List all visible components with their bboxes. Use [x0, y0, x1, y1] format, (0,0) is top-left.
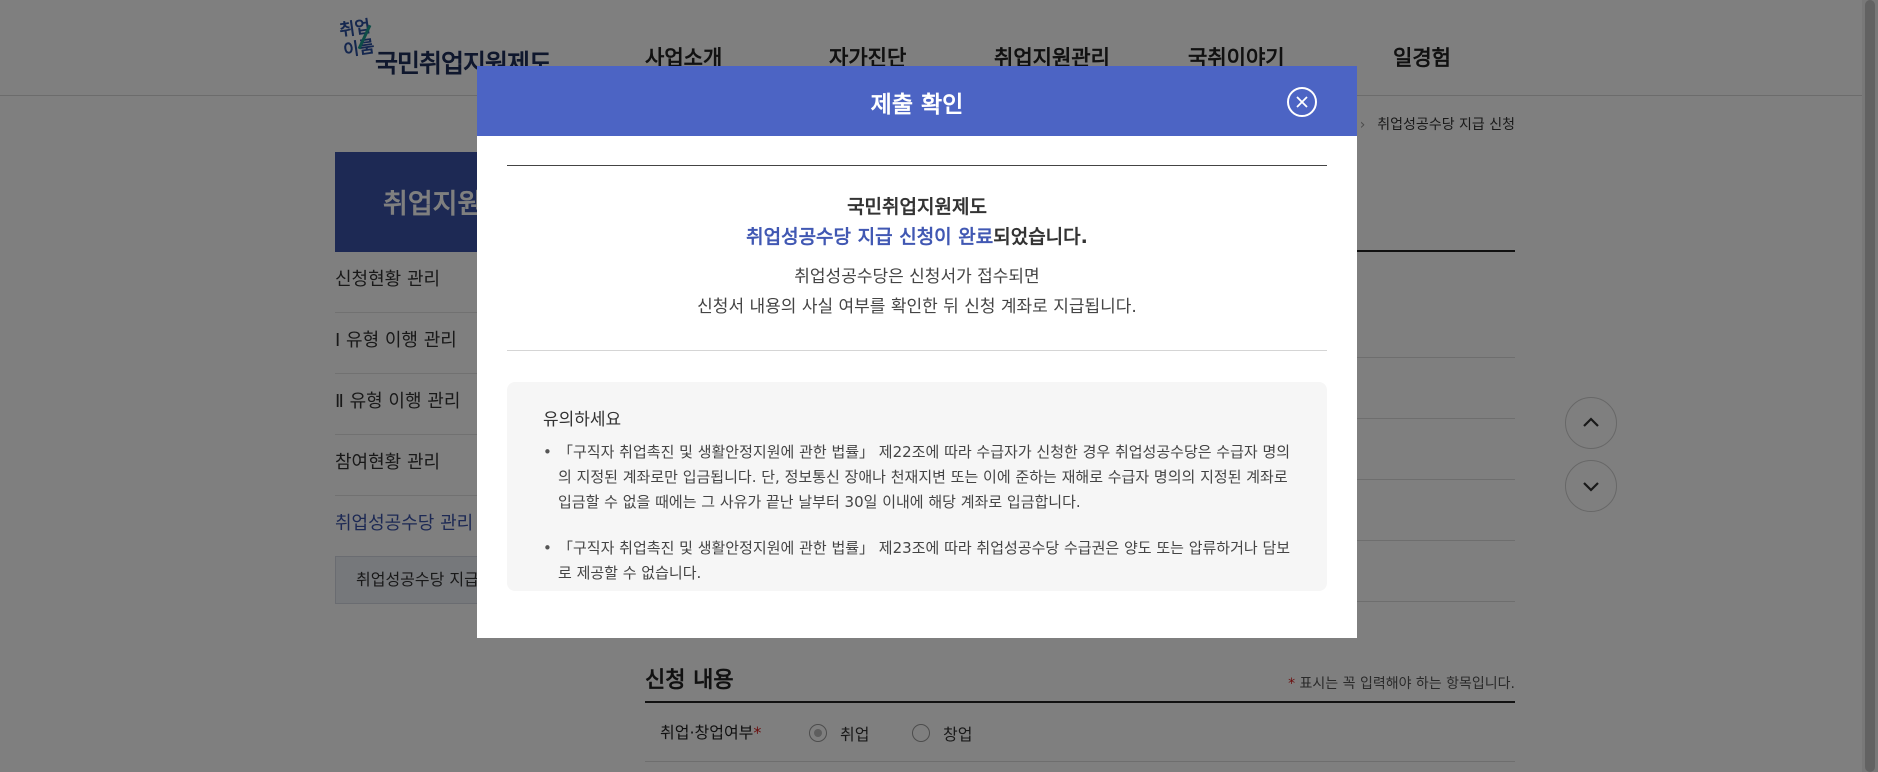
- confirm-desc-line: 취업성공수당은 신청서가 접수되면: [794, 267, 1040, 287]
- confirm-status-highlight: 취업성공수당 지급 신청이 완료: [746, 226, 994, 248]
- modal-close-button[interactable]: [1287, 87, 1317, 117]
- notice-box: 유의하세요 「구직자 취업촉진 및 생활안정지원에 관한 법률」 제22조에 따…: [507, 382, 1327, 591]
- confirm-status-rest: 되었습니다.: [993, 226, 1088, 248]
- close-icon: [1296, 96, 1308, 108]
- submit-confirm-modal: 제출 확인 국민취업지원제도 취업성공수당 지급 신청이 완료되었습니다. 취업…: [477, 66, 1357, 638]
- confirm-description: 취업성공수당은 신청서가 접수되면 신청서 내용의 사실 여부를 확인한 뒤 신…: [507, 262, 1327, 322]
- notice-item: 「구직자 취업촉진 및 생활안정지원에 관한 법률」 제22조에 따라 수급자가…: [543, 440, 1291, 515]
- confirm-program-name: 국민취업지원제도: [847, 196, 987, 218]
- notice-item: 「구직자 취업촉진 및 생활안정지원에 관한 법률」 제23조에 따라 취업성공…: [543, 536, 1291, 586]
- modal-title: 제출 확인: [870, 92, 964, 118]
- confirm-message: 국민취업지원제도 취업성공수당 지급 신청이 완료되었습니다. 취업성공수당은 …: [507, 166, 1327, 322]
- confirm-desc-line: 신청서 내용의 사실 여부를 확인한 뒤 신청 계좌로 지급됩니다.: [697, 297, 1137, 317]
- modal-header: 제출 확인: [477, 66, 1357, 136]
- notice-title: 유의하세요: [543, 410, 622, 430]
- confirm-status: 취업성공수당 지급 신청이 완료되었습니다.: [507, 222, 1327, 252]
